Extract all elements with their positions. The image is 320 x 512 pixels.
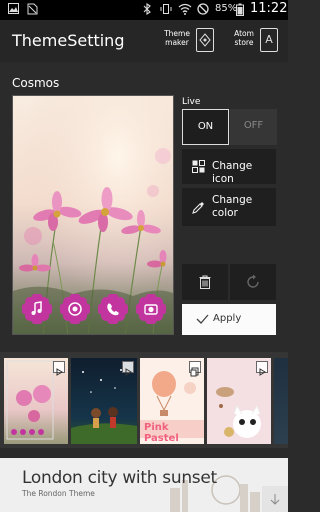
status-time: 11:22 <box>250 1 288 16</box>
image-icon <box>8 3 19 18</box>
play-icon <box>122 361 134 376</box>
theme-thumb-pink-pastel[interactable]: Pink Pastel <box>140 358 204 444</box>
music-icon <box>21 293 53 325</box>
change-icon-button[interactable]: Change icon <box>182 149 276 185</box>
atom-store-label-line1: Atom <box>234 29 254 38</box>
status-bar: 85% 11:22 <box>0 0 288 20</box>
theme-maker-icon <box>196 28 214 52</box>
bluetooth-icon <box>143 2 151 19</box>
live-off-toggle[interactable]: OFF <box>230 109 277 145</box>
page-title: ThemeSetting <box>12 31 125 50</box>
theme-settings-panel: Cosmos Live ON OFF Change icon Change co… <box>0 62 288 352</box>
pink-pastel-label: Pink Pastel <box>144 422 179 444</box>
battery-icon <box>236 3 244 20</box>
live-on-toggle[interactable]: ON <box>182 109 229 145</box>
ad-subtitle: The Rondon Theme <box>22 489 95 498</box>
battery-percent: 85% <box>215 3 238 14</box>
apply-label: Apply <box>213 313 242 324</box>
theme-thumbnail-strip: Pink Pastel <box>0 352 288 448</box>
theme-name: Cosmos <box>12 76 60 90</box>
trash-icon <box>199 275 211 289</box>
theme-maker-button[interactable]: Theme maker <box>162 25 220 57</box>
dock-icon-camera-lens <box>135 293 167 325</box>
atom-store-label-line2: store <box>234 38 254 47</box>
camera-icon <box>59 293 91 325</box>
wifi-icon <box>178 3 192 19</box>
change-color-label-line2: color <box>212 207 238 219</box>
grid-icon <box>192 160 205 176</box>
play-icon <box>53 361 65 376</box>
atom-store-button[interactable]: Atom store A <box>232 25 282 57</box>
theme-thumb-night-sky[interactable] <box>71 358 137 444</box>
dock-icon-music <box>21 293 53 325</box>
theme-thumb-cat-cafe[interactable] <box>207 358 271 444</box>
vibrate-icon <box>160 3 172 19</box>
ad-title: London city with sunset <box>22 468 217 488</box>
phone-icon <box>97 293 129 325</box>
refresh-icon <box>247 274 259 288</box>
change-color-button[interactable]: Change color <box>182 188 276 226</box>
apply-button[interactable]: Apply <box>182 304 276 335</box>
dock-icon-camera <box>59 293 91 325</box>
theme-preview <box>12 95 174 335</box>
copy-icon <box>189 361 201 377</box>
change-icon-label: Change icon <box>212 160 253 185</box>
eyedropper-icon <box>192 201 205 217</box>
do-not-disturb-icon <box>197 3 209 19</box>
atom-store-icon: A <box>260 28 278 52</box>
app-bar: ThemeSetting Theme maker Atom store A <box>0 20 288 62</box>
camera-lens-icon <box>135 293 167 325</box>
dock-icon-phone <box>97 293 129 325</box>
no-sim-icon <box>27 3 38 19</box>
theme-maker-label-line2: maker <box>165 38 189 47</box>
check-icon <box>196 314 209 327</box>
play-icon <box>256 361 268 376</box>
theme-thumb-cosmos[interactable] <box>4 358 68 444</box>
reset-button[interactable] <box>230 264 276 300</box>
delete-button[interactable] <box>182 264 228 300</box>
ad-banner[interactable]: London city with sunset The Rondon Theme <box>0 458 288 512</box>
change-color-label-line1: Change <box>212 194 253 206</box>
theme-thumb-partial[interactable] <box>274 358 288 444</box>
theme-maker-label-line1: Theme <box>164 29 190 38</box>
live-label: Live <box>182 97 201 107</box>
